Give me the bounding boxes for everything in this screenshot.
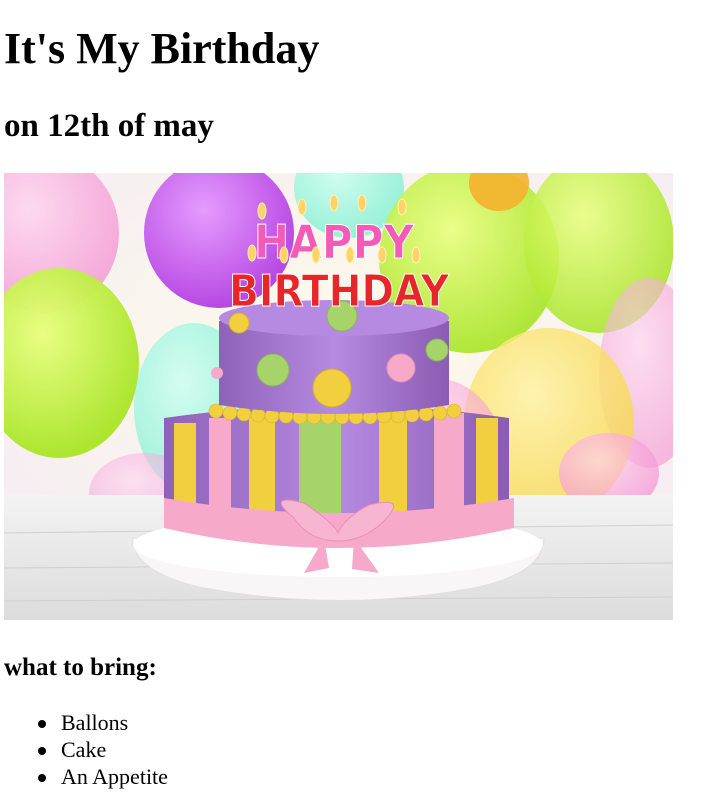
section-heading: what to bring:: [4, 654, 157, 681]
list-item: An Appetite: [38, 764, 168, 789]
list-item: Cake: [38, 736, 168, 763]
birthday-cake-image: HAPPY BIRTHDAY: [4, 173, 673, 620]
page: It's My Birthday on 12th of may HAPPY BI…: [0, 0, 717, 812]
svg-text:BIRTHDAY: BIRTHDAY: [229, 266, 450, 317]
cake-illustration: HAPPY BIRTHDAY: [4, 173, 673, 620]
page-subtitle: on 12th of may: [4, 108, 214, 144]
page-title: It's My Birthday: [4, 24, 320, 73]
list-item: Ballons: [38, 709, 168, 736]
bring-list: Ballons Cake An Appetite: [0, 709, 168, 790]
svg-text:HAPPY: HAPPY: [254, 215, 415, 269]
